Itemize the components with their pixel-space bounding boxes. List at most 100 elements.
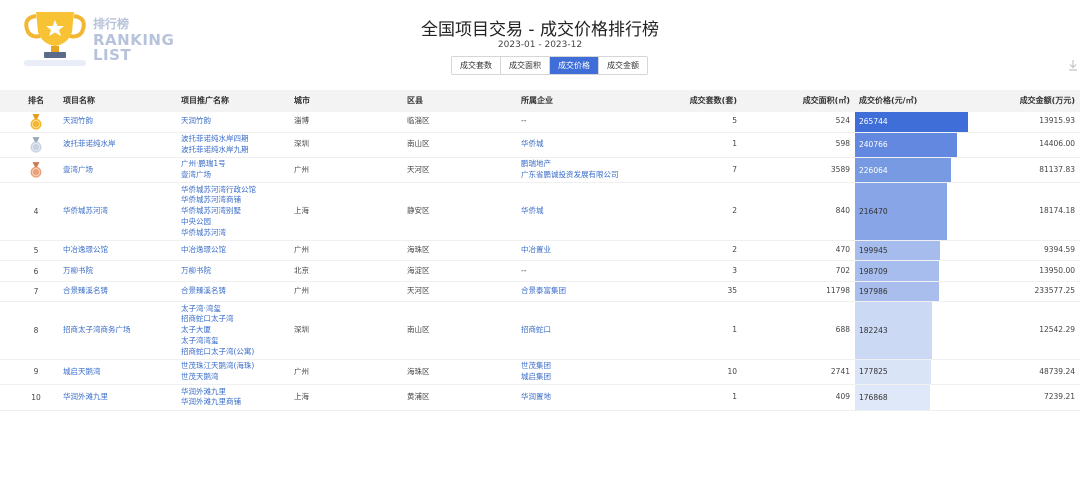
promo-names-text[interactable]: 中央公园 — [181, 217, 256, 228]
promo-names-text[interactable]: 太子湾·湾玺 — [181, 304, 254, 315]
promo-names-text[interactable]: 华侨城苏河湾商铺 — [181, 195, 256, 206]
district-text: 黄浦区 — [407, 392, 430, 402]
project-name-text[interactable]: 华润外滩九里 — [63, 392, 108, 403]
company-text[interactable]: 鹏瑞地产 — [521, 159, 619, 170]
project-name-text[interactable]: 万柳书院 — [63, 266, 93, 277]
rank-cell — [26, 112, 46, 132]
project-name-text[interactable]: 城启天鹅湾 — [63, 367, 101, 378]
city-text: 广州 — [294, 286, 309, 296]
units-sold: 3 — [732, 261, 737, 281]
district: 南山区 — [407, 302, 430, 359]
city: 北京 — [294, 261, 309, 281]
promo-names-text[interactable]: 万柳书院 — [181, 266, 211, 277]
rank-cell: 8 — [26, 302, 46, 359]
project-name-text[interactable]: 华侨城苏河湾 — [63, 206, 108, 217]
promo-names-text[interactable]: 太子湾湾玺 — [181, 336, 254, 347]
amount-text: 18174.18 — [1039, 206, 1075, 216]
area-sold: 3589 — [831, 158, 850, 182]
company-text[interactable]: 华侨城 — [521, 206, 544, 217]
promo-names-text[interactable]: 世茂天鹅湾 — [181, 372, 254, 383]
silver-medal-icon — [30, 136, 42, 153]
metric-tabs: 成交套数 成交面积 成交价格 成交金额 — [451, 56, 648, 75]
promo-names-text[interactable]: 华润外滩九里 — [181, 387, 241, 398]
promo-names-text[interactable]: 华润外滩九里商铺 — [181, 397, 241, 408]
promo-names-text[interactable]: 中冶逸璟公馆 — [181, 245, 226, 256]
rank-number: 10 — [31, 392, 41, 402]
company-text[interactable]: 招商蛇口 — [521, 325, 551, 336]
amount-text: 7239.21 — [1043, 392, 1075, 402]
city-text: 上海 — [294, 206, 309, 216]
company-text[interactable]: 华润置地 — [521, 392, 551, 403]
price-value: 199945 — [859, 246, 888, 256]
col-company: 所属企业 — [521, 96, 553, 105]
promo-names-text[interactable]: 太子大厦 — [181, 325, 254, 336]
price-cell: 198709 — [855, 261, 940, 281]
units-sold: 2 — [732, 183, 737, 240]
promo-names-text[interactable]: 广州·鹏瑞1号 — [181, 159, 226, 170]
tab-units[interactable]: 成交套数 — [452, 57, 501, 74]
units-sold-text: 2 — [732, 245, 737, 255]
date-range: 2023-01 - 2023-12 — [497, 40, 583, 50]
district-text: 海珠区 — [407, 366, 430, 376]
company-text[interactable]: 广东省鹏诚投资发展有限公司 — [521, 170, 619, 181]
promo-names-text[interactable]: 华侨城苏河湾别墅 — [181, 206, 256, 217]
rank-number: 8 — [33, 326, 39, 336]
promo-names-text[interactable]: 天润竹韵 — [181, 116, 211, 127]
promo-names-text[interactable]: 合景臻溪名铸 — [181, 286, 226, 297]
promo-names-text[interactable]: 招商蛇口太子湾(公寓) — [181, 347, 254, 358]
area-sold-text: 688 — [835, 325, 850, 335]
city-text: 广州 — [294, 164, 309, 174]
tab-amount[interactable]: 成交金额 — [599, 57, 647, 74]
promo-names-text[interactable]: 招商蛇口太子湾 — [181, 314, 254, 325]
promo-names-text[interactable]: 波托菲诺纯水岸九期 — [181, 145, 249, 156]
area-sold-text: 3589 — [830, 164, 850, 174]
district-text: 天河区 — [407, 164, 430, 174]
project-name-text[interactable]: 招商太子湾商务广场 — [63, 325, 131, 336]
price-cell: 240766 — [855, 132, 958, 157]
district-text: 南山区 — [407, 325, 430, 335]
units-sold: 7 — [732, 158, 737, 182]
area-sold: 2741 — [831, 360, 850, 384]
amount: 12542.29 — [1039, 302, 1075, 359]
table-row: 10 华润外滩九里 华润外滩九里 华润外滩九里商铺 上海 黄浦区 华润置地 1 409 17686… — [0, 385, 1080, 411]
promo-names-text[interactable]: 世茂珠江天鹅湾(海珠) — [181, 361, 254, 372]
project-name: 华润外滩九里 — [63, 385, 108, 409]
company-text[interactable]: 合景泰富集团 — [521, 286, 566, 297]
col-amount: 成交金额(万元) — [1019, 96, 1075, 105]
promo-names-text[interactable]: 壹湾广场 — [181, 170, 226, 181]
area-sold-text: 11798 — [826, 286, 850, 296]
company-text[interactable]: 世茂集团 — [521, 361, 551, 372]
city: 广州 — [294, 241, 309, 261]
col-area: 成交面积(㎡) — [802, 96, 850, 105]
district: 海淀区 — [407, 261, 430, 281]
promo-names-text[interactable]: 华侨城苏河湾行政公馆 — [181, 185, 256, 196]
company-text[interactable]: 华侨城 — [521, 139, 544, 150]
city-text: 北京 — [294, 265, 309, 275]
company: 招商蛇口 — [521, 302, 551, 359]
amount-text: 13915.93 — [1039, 116, 1075, 126]
tab-price[interactable]: 成交价格 — [550, 57, 599, 74]
download-icon[interactable] — [1066, 58, 1080, 72]
company-text[interactable]: 中冶置业 — [521, 245, 551, 256]
project-name-text[interactable]: 波托菲诺纯水岸 — [63, 139, 116, 150]
price-value: 177825 — [859, 367, 888, 377]
area-sold: 409 — [836, 385, 850, 409]
project-name-text[interactable]: 壹湾广场 — [63, 165, 93, 176]
page-title: 全国项目交易 - 成交价格排行榜 — [421, 20, 659, 40]
company: -- — [521, 261, 526, 281]
company-text[interactable]: 城启集团 — [521, 372, 551, 383]
col-price: 成交价格(元/㎡) — [859, 96, 918, 105]
project-name-text[interactable]: 中冶逸璟公馆 — [63, 245, 108, 256]
district: 临淄区 — [407, 112, 430, 132]
rank-cell — [26, 133, 46, 157]
tab-area[interactable]: 成交面积 — [501, 57, 550, 74]
rank-cell: 5 — [26, 241, 46, 261]
project-name-text[interactable]: 合景臻溪名铸 — [63, 286, 108, 297]
promo-names-text[interactable]: 华侨城苏河湾 — [181, 228, 256, 239]
bronze-medal-icon — [30, 162, 42, 178]
price-cell: 216470 — [855, 183, 948, 240]
promo-names: 万柳书院 — [181, 261, 211, 281]
company-text: -- — [521, 116, 527, 126]
promo-names-text[interactable]: 波托菲诺纯水岸四期 — [181, 134, 249, 145]
project-name-text[interactable]: 天润竹韵 — [63, 116, 93, 127]
